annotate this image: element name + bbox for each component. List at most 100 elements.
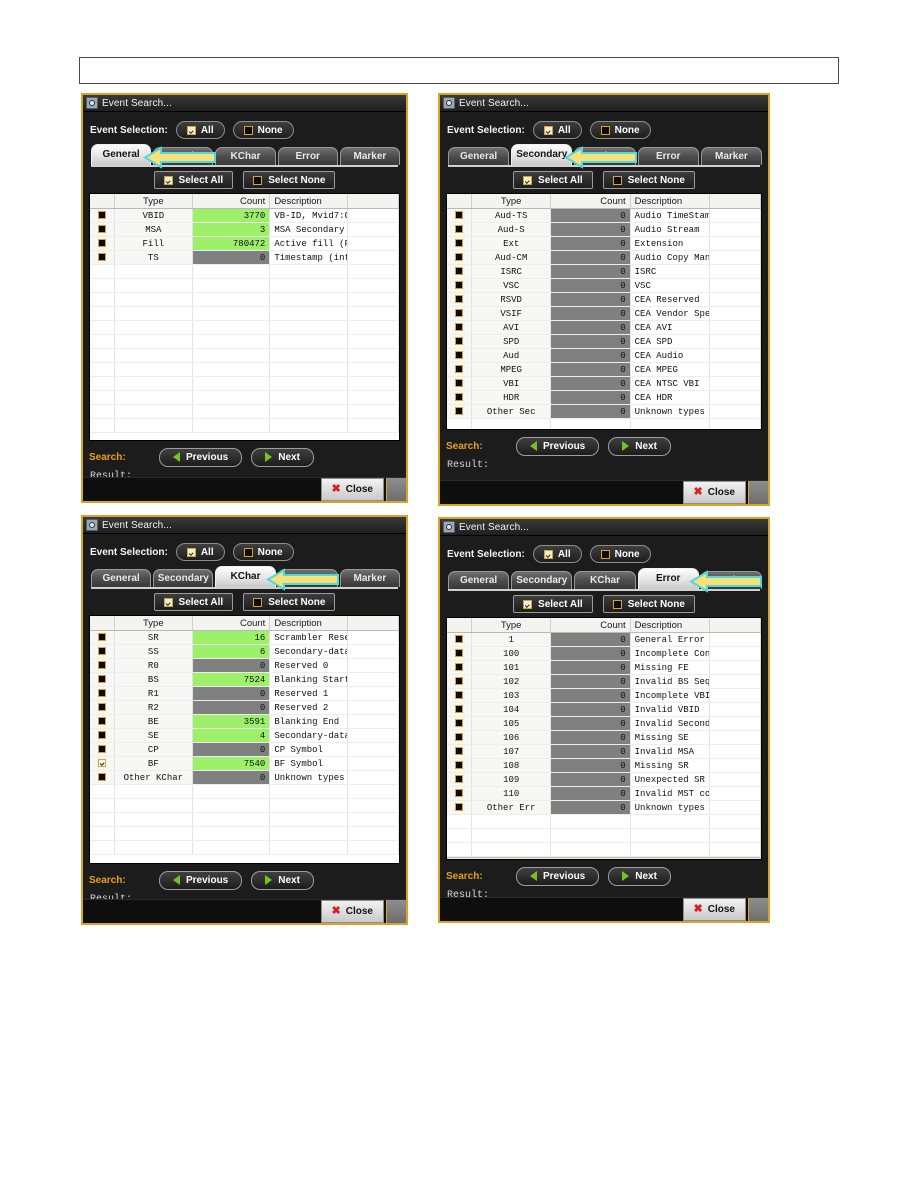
- title-bar[interactable]: Event Search...: [440, 95, 768, 112]
- table-row[interactable]: 101 0 Missing FE: [447, 660, 761, 675]
- row-checkbox[interactable]: [455, 761, 463, 770]
- row-checkbox-cell[interactable]: [447, 702, 472, 717]
- row-checkbox-cell[interactable]: [447, 786, 472, 801]
- column-header-count[interactable]: Count: [550, 618, 631, 633]
- table-row[interactable]: MPEG 0 CEA MPEG: [447, 362, 761, 377]
- tab-error[interactable]: Error: [277, 147, 338, 165]
- table-row[interactable]: Aud 0 CEA Audio: [447, 348, 761, 363]
- row-checkbox[interactable]: [98, 661, 106, 670]
- scrollbar-thumb[interactable]: |||: [460, 858, 748, 859]
- row-checkbox-cell[interactable]: [447, 660, 472, 675]
- table-row[interactable]: 1 0 General Error: [447, 632, 761, 647]
- table-row[interactable]: HDR 0 CEA HDR: [447, 390, 761, 405]
- row-checkbox[interactable]: [98, 731, 106, 740]
- select-all-button[interactable]: Select All: [153, 593, 234, 611]
- title-bar[interactable]: Event Search...: [440, 519, 768, 536]
- tab-bar[interactable]: General Secondary KChar Error Marker: [91, 566, 401, 591]
- all-button[interactable]: All: [175, 121, 225, 139]
- row-checkbox-cell[interactable]: [447, 250, 472, 265]
- none-button[interactable]: None: [232, 543, 294, 561]
- table-row[interactable]: 108 0 Missing SR: [447, 758, 761, 773]
- table-row[interactable]: 106 0 Missing SE: [447, 730, 761, 745]
- column-header-count[interactable]: Count: [192, 616, 271, 631]
- select-all-button[interactable]: Select All: [153, 171, 234, 189]
- column-header-description[interactable]: Description: [269, 616, 348, 631]
- row-checkbox[interactable]: [98, 773, 106, 782]
- close-button[interactable]: ✖ Close: [320, 478, 384, 501]
- column-header-description[interactable]: Description: [630, 194, 711, 209]
- tab-kchar[interactable]: KChar: [215, 147, 276, 165]
- tab-bar[interactable]: General Secondary KChar Error Marker: [448, 144, 763, 169]
- select-all-button[interactable]: Select All: [513, 171, 593, 189]
- tab-kchar[interactable]: KChar: [574, 571, 636, 589]
- row-checkbox-cell[interactable]: [90, 686, 115, 701]
- close-button[interactable]: ✖ Close: [320, 900, 384, 923]
- table-row[interactable]: R1 0 Reserved 1: [90, 686, 399, 701]
- tab-bar[interactable]: General Secondary KChar Error Marker: [91, 144, 401, 169]
- row-checkbox[interactable]: [455, 747, 463, 756]
- row-checkbox[interactable]: [455, 351, 463, 360]
- table-row[interactable]: Ext 0 Extension: [447, 236, 761, 251]
- row-checkbox[interactable]: [455, 309, 463, 318]
- none-button[interactable]: None: [589, 545, 651, 563]
- row-checkbox[interactable]: [455, 649, 463, 658]
- select-all-button[interactable]: Select All: [513, 595, 593, 613]
- table-row[interactable]: 1100Invalid MST control sequence: [447, 786, 761, 801]
- row-checkbox[interactable]: [455, 803, 463, 812]
- row-checkbox[interactable]: [455, 733, 463, 742]
- table-row[interactable]: AVI 0 CEA AVI: [447, 320, 761, 335]
- table-row[interactable]: BE 3591 Blanking End: [90, 714, 399, 729]
- table-row[interactable]: Other Err 0 Unknown types: [447, 800, 761, 815]
- table-row[interactable]: Aud-TS 0 Audio TimeStamp: [447, 208, 761, 223]
- table-row[interactable]: VBID3770VB-ID, Mvid7:0, Maud7:0: [90, 208, 399, 223]
- horizontal-scrollbar[interactable]: ◀|||▶: [447, 857, 761, 859]
- tab-kchar[interactable]: KChar: [215, 566, 276, 587]
- select-none-button[interactable]: Select None: [602, 171, 695, 189]
- row-checkbox-cell[interactable]: [90, 700, 115, 715]
- close-button[interactable]: ✖ Close: [682, 481, 746, 504]
- scroll-left-icon[interactable]: ◀: [447, 858, 459, 859]
- row-checkbox[interactable]: [455, 691, 463, 700]
- row-checkbox[interactable]: [98, 253, 106, 262]
- table-row[interactable]: SR 16 Scrambler Reset: [90, 630, 399, 645]
- table-row[interactable]: R0 0 Reserved 0: [90, 658, 399, 673]
- select-none-button[interactable]: Select None: [602, 595, 695, 613]
- row-checkbox-cell[interactable]: [447, 716, 472, 731]
- row-checkbox[interactable]: [98, 225, 106, 234]
- row-checkbox-cell[interactable]: [90, 672, 115, 687]
- table-row[interactable]: Fill780472Active fill (FS/FE): [90, 236, 399, 251]
- row-checkbox-cell[interactable]: [447, 334, 472, 349]
- tab-error[interactable]: Error: [637, 568, 699, 589]
- row-checkbox[interactable]: [98, 745, 106, 754]
- table-row[interactable]: VSC 0 VSC: [447, 278, 761, 293]
- row-checkbox-cell[interactable]: [447, 208, 472, 223]
- column-header-description[interactable]: Description: [630, 618, 711, 633]
- tab-kchar[interactable]: KChar: [574, 147, 636, 165]
- resize-grip[interactable]: [748, 481, 768, 504]
- table-row[interactable]: RSVD 0 CEA Reserved: [447, 292, 761, 307]
- tab-secondary[interactable]: Secondary: [153, 569, 214, 587]
- row-checkbox-cell[interactable]: [447, 236, 472, 251]
- table-row[interactable]: 109 0 Unexpected SR: [447, 772, 761, 787]
- row-checkbox-cell[interactable]: [447, 646, 472, 661]
- row-checkbox[interactable]: [455, 365, 463, 374]
- table-row[interactable]: SPD 0 CEA SPD: [447, 334, 761, 349]
- row-checkbox-cell[interactable]: [447, 264, 472, 279]
- table-row[interactable]: 1050Invalid Secondary Packet: [447, 716, 761, 731]
- row-checkbox[interactable]: [455, 239, 463, 248]
- table-row[interactable]: 107 0 Invalid MSA: [447, 744, 761, 759]
- all-button[interactable]: All: [532, 121, 582, 139]
- tab-marker[interactable]: Marker: [700, 571, 763, 589]
- event-table[interactable]: Type Count Description Aud-TS 0 Audio TimeSta…: [446, 193, 762, 430]
- row-checkbox-cell[interactable]: [447, 320, 472, 335]
- tab-marker[interactable]: Marker: [339, 569, 401, 587]
- scroll-right-icon[interactable]: ▶: [749, 858, 761, 859]
- tab-secondary[interactable]: Secondary: [153, 147, 214, 165]
- table-row[interactable]: SS6Secondary-data Start: [90, 644, 399, 659]
- row-checkbox[interactable]: [98, 239, 106, 248]
- row-checkbox[interactable]: [455, 719, 463, 728]
- table-row[interactable]: 103 0 Incomplete VBID: [447, 688, 761, 703]
- table-row[interactable]: R2 0 Reserved 2: [90, 700, 399, 715]
- tab-marker[interactable]: Marker: [700, 147, 763, 165]
- next-button[interactable]: Next: [608, 436, 671, 456]
